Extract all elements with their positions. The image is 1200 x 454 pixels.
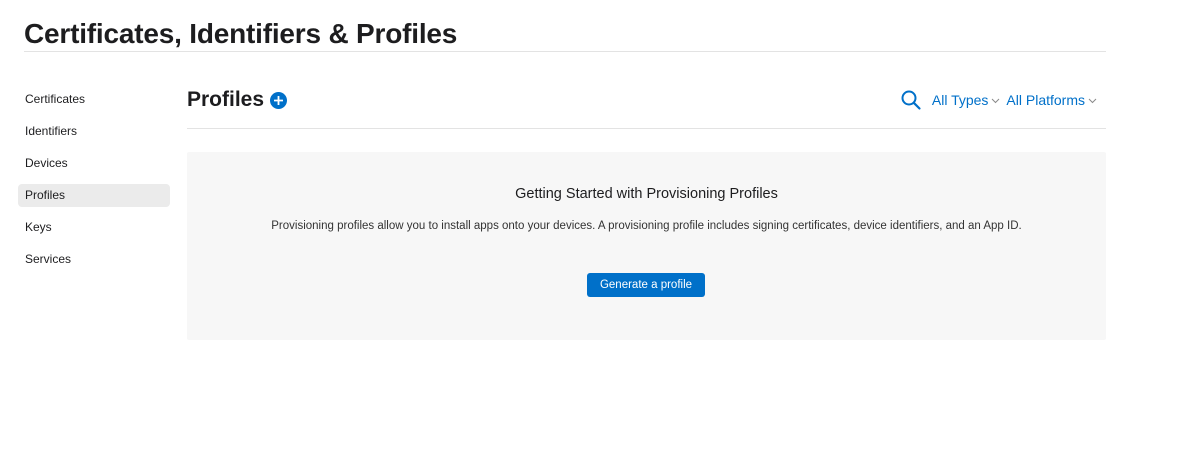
empty-state-title: Getting Started with Provisioning Profil… [515, 186, 778, 202]
title-divider [24, 51, 1106, 52]
filter-all-types[interactable]: All Types [932, 92, 1001, 108]
generate-profile-button[interactable]: Generate a profile [587, 273, 705, 297]
section-header: Profiles All Types All Platforms [187, 86, 1106, 114]
sidebar-item-profiles[interactable]: Profiles [18, 184, 170, 207]
header-controls: All Types All Platforms [900, 86, 1097, 114]
page-title: Certificates, Identifiers & Profiles [24, 18, 458, 49]
section-divider [187, 128, 1106, 129]
filter-all-types-label: All Types [931, 92, 989, 108]
section-title: Profiles [187, 88, 265, 111]
filter-all-platforms[interactable]: All Platforms [1006, 92, 1097, 108]
sidebar-item-devices[interactable]: Devices [18, 152, 170, 175]
sidebar: Certificates Identifiers Devices Profile… [18, 88, 170, 280]
empty-state-description: Provisioning profiles allow you to insta… [271, 220, 1022, 232]
page: Certificates, Identifiers & Profiles Cer… [0, 0, 1200, 454]
plus-icon [274, 95, 284, 105]
search-icon[interactable] [900, 89, 922, 111]
plus-circle-icon[interactable] [270, 91, 288, 109]
chevron-down-icon [991, 96, 1000, 105]
chevron-down-icon [1088, 96, 1097, 105]
sidebar-item-keys[interactable]: Keys [18, 216, 170, 239]
filter-all-platforms-label: All Platforms [1006, 92, 1085, 108]
sidebar-item-services[interactable]: Services [18, 248, 170, 271]
empty-state-panel: Getting Started with Provisioning Profil… [187, 152, 1106, 340]
sidebar-item-certificates[interactable]: Certificates [18, 88, 170, 111]
sidebar-item-identifiers[interactable]: Identifiers [18, 120, 170, 143]
